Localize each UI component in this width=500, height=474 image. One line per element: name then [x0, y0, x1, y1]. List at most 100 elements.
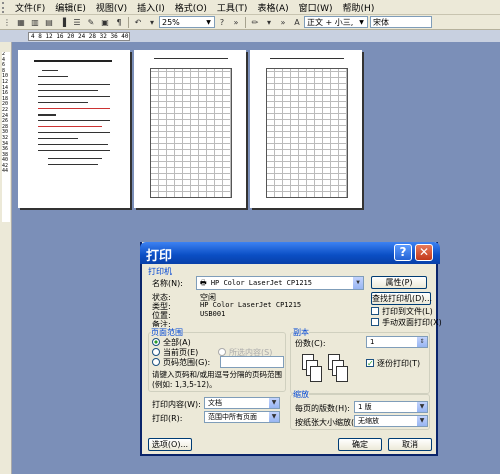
print-label: 打印(R): [152, 414, 183, 423]
copies-value: 1 [370, 338, 375, 346]
docmap-icon[interactable]: ▣ [99, 16, 111, 28]
page-range-input[interactable] [220, 356, 284, 368]
pages-per-sheet-value: 1 版 [358, 403, 372, 411]
collate-label[interactable]: 逐份打印(T) [377, 358, 420, 369]
font-value: 宋体 [373, 17, 389, 27]
where-value: USB001 [200, 310, 226, 318]
pages-per-sheet-select[interactable]: 1 版 ▼ [354, 401, 428, 413]
separator [245, 16, 246, 28]
pages-per-sheet-label: 每页的版数(H): [295, 404, 350, 413]
printer-icon: 🖶 [200, 279, 211, 287]
toolbar-options-icon[interactable]: » [230, 16, 242, 28]
chevron-down-icon[interactable]: ▼ [353, 277, 363, 289]
highlight-icon[interactable]: ✏ [249, 16, 261, 28]
range-hint: 请键入页码和/或用逗号分隔的页码范围(例如: 1,3,5-12)。 [152, 370, 283, 389]
chevron-down-icon[interactable]: ▾ [263, 16, 275, 28]
print-select[interactable]: 范围中所有页面 ▼ [204, 411, 280, 423]
zoom-value: 25% [162, 17, 180, 27]
scale-value: 无缩放 [358, 417, 379, 425]
style-value: 正文 + 小三, [307, 17, 354, 27]
toolbar-grip[interactable]: ⋮ [1, 16, 13, 28]
manual-duplex-label[interactable]: 手动双面打印(X) [382, 317, 442, 328]
chevron-down-icon[interactable]: ▼ [358, 19, 365, 26]
menu-view[interactable]: 视图(V) [91, 1, 132, 14]
page-range-radio[interactable] [152, 358, 160, 366]
page-range-label-text[interactable]: 页码范围(G): [163, 357, 210, 368]
page-thumbnail-1[interactable] [18, 50, 130, 208]
style-combo[interactable]: 正文 + 小三, ▼ [304, 16, 368, 28]
collate-checkbox[interactable]: ✓ [366, 359, 374, 368]
menu-format[interactable]: 格式(O) [170, 1, 212, 14]
ok-button[interactable]: 确定 [338, 438, 382, 451]
printer-group-label: 打印机 [148, 267, 172, 276]
help-button[interactable]: ? [394, 244, 412, 261]
chevron-down-icon[interactable]: ▼ [269, 398, 279, 408]
print-to-file-checkbox[interactable] [371, 307, 379, 315]
all-pages-radio[interactable] [152, 338, 160, 346]
excel-icon[interactable]: ▤ [43, 16, 55, 28]
options-button[interactable]: 选项(O)... [148, 438, 192, 451]
toolbar: ⋮ ▦ ▥ ▤ ▐ ☰ ✎ ▣ ¶ ↶ ▾ 25% ▼ ? » ✏ ▾ » A 正… [0, 15, 500, 30]
copies-group-label: 副本 [293, 327, 309, 338]
printer-name-value: HP Color LaserJet CP1215 [210, 279, 312, 287]
horizontal-ruler-bar: 4 8 12 16 20 24 28 32 36 40 44 48 [0, 30, 500, 42]
selection-radio [218, 348, 226, 356]
align-icon[interactable]: ☰ [71, 16, 83, 28]
printer-name-select[interactable]: 🖶 HP Color LaserJet CP1215 ▼ [196, 276, 364, 290]
dialog-title: 打印 [146, 249, 173, 264]
columns-icon[interactable]: ▐ [57, 16, 69, 28]
menu-edit[interactable]: 编辑(E) [50, 1, 91, 14]
vertical-ruler-bar: 2 4 6 8 10 12 14 16 18 20 22 24 26 28 30… [0, 42, 12, 474]
menu-window[interactable]: 窗口(W) [294, 1, 338, 14]
properties-button[interactable]: 属性(P) [371, 276, 427, 289]
show-marks-icon[interactable]: ¶ [113, 16, 125, 28]
horizontal-ruler[interactable]: 4 8 12 16 20 24 28 32 36 40 44 48 [28, 32, 130, 41]
vertical-ruler[interactable]: 2 4 6 8 10 12 14 16 18 20 22 24 26 28 30… [2, 52, 10, 222]
styles-icon[interactable]: A [291, 16, 303, 28]
copies-input[interactable]: 1 ⇕ [366, 336, 428, 348]
copies-label: 份数(C): [295, 339, 326, 348]
print-what-select[interactable]: 文档 ▼ [204, 397, 280, 409]
type-value: HP Color LaserJet CP1215 [200, 301, 302, 309]
table-icon[interactable]: ▦ [15, 16, 27, 28]
zoom-group-label: 缩放 [293, 389, 309, 400]
chevron-down-icon[interactable]: ▾ [146, 16, 158, 28]
menu-tools[interactable]: 工具(T) [212, 1, 253, 14]
close-button[interactable]: ✕ [415, 244, 433, 261]
current-page-radio[interactable] [152, 348, 160, 356]
chevron-down-icon[interactable]: ▼ [417, 402, 427, 412]
collate-pages-icon [302, 354, 358, 388]
menu-insert[interactable]: 插入(I) [132, 1, 170, 14]
print-what-value: 文档 [208, 399, 222, 407]
chevron-down-icon[interactable]: ▼ [205, 19, 212, 26]
undo-icon[interactable]: ↶ [132, 16, 144, 28]
page-thumbnail-3[interactable] [250, 50, 362, 208]
scale-select[interactable]: 无缩放 ▼ [354, 415, 428, 427]
zoom-combo[interactable]: 25% ▼ [159, 16, 215, 28]
menu-grip[interactable] [2, 1, 8, 13]
print-what-label: 打印内容(W): [152, 400, 201, 409]
print-to-file-label[interactable]: 打印到文件(L) [382, 306, 433, 317]
separator [128, 16, 129, 28]
manual-duplex-checkbox[interactable] [371, 318, 379, 326]
menu-table[interactable]: 表格(A) [252, 1, 293, 14]
toolbar-options-icon[interactable]: » [277, 16, 289, 28]
page-thumbnail-2[interactable] [134, 50, 246, 208]
drawing-icon[interactable]: ✎ [85, 16, 97, 28]
table-preview [150, 68, 232, 198]
menu-file[interactable]: 文件(F) [10, 1, 50, 14]
table-preview [266, 68, 348, 198]
menu-help[interactable]: 帮助(H) [338, 1, 380, 14]
print-dialog: 打印 ? ✕ 打印机 名称(N): 🖶 HP Color LaserJet CP… [140, 242, 442, 456]
cancel-button[interactable]: 取消 [388, 438, 432, 451]
print-value: 范围中所有页面 [208, 413, 257, 421]
chevron-down-icon[interactable]: ▼ [269, 412, 279, 422]
chevron-down-icon[interactable]: ▼ [417, 416, 427, 426]
grid-icon[interactable]: ▥ [29, 16, 41, 28]
font-combo[interactable]: 宋体 [370, 16, 432, 28]
help-icon[interactable]: ? [216, 16, 228, 28]
menu-bar: 文件(F) 编辑(E) 视图(V) 插入(I) 格式(O) 工具(T) 表格(A… [0, 0, 500, 15]
find-printer-button[interactable]: 查找打印机(D)... [371, 292, 432, 305]
name-label: 名称(N): [152, 279, 183, 288]
stepper-icon[interactable]: ⇕ [417, 337, 427, 347]
